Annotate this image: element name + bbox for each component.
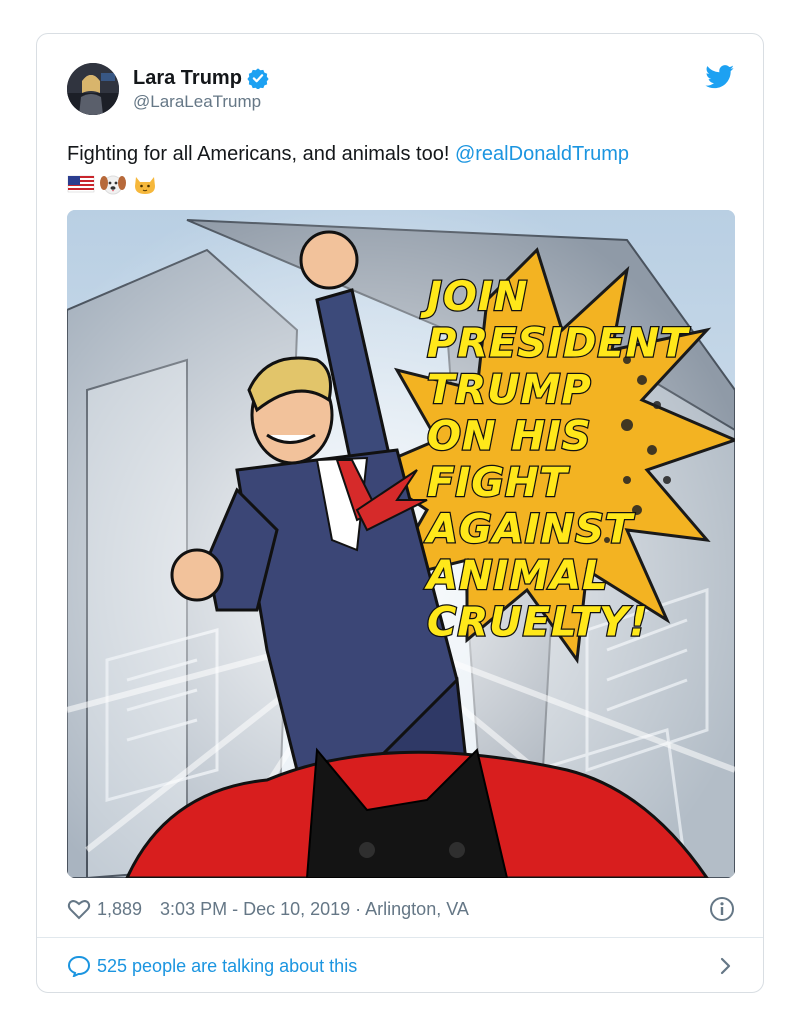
like-count[interactable]: 1,889 <box>97 899 142 920</box>
tweet-text: Fighting for all Americans, and animals … <box>67 140 737 198</box>
tweet-header: Lara Trump @LaraLeaTrump <box>67 63 735 117</box>
display-name[interactable]: Lara Trump <box>133 67 242 90</box>
info-icon[interactable] <box>709 896 735 922</box>
avatar[interactable] <box>67 63 119 115</box>
poster-line: ON HIS <box>427 414 592 460</box>
twitter-bird-icon[interactable] <box>705 65 735 89</box>
mention-link[interactable]: @realDonaldTrump <box>455 143 629 165</box>
us-flag-emoji <box>67 175 95 193</box>
tweet-body: Fighting for all Americans, and animals … <box>67 143 455 165</box>
display-name-row: Lara Trump <box>133 65 269 91</box>
tweet-meta: 1,889 3:03 PM - Dec 10, 2019 · Arlington… <box>67 896 735 922</box>
poster-line: FIGHT <box>427 460 570 506</box>
author-handle[interactable]: @LaraLeaTrump <box>133 92 269 112</box>
heart-icon[interactable] <box>67 898 91 920</box>
dog-face-emoji <box>100 175 126 195</box>
chevron-right-icon[interactable] <box>715 956 735 976</box>
poster-line: PRESIDENT <box>427 321 690 367</box>
speech-bubble-icon <box>67 955 91 977</box>
poster-line: CRUELTY! <box>427 600 648 646</box>
conversation-count[interactable]: 525 people are talking about this <box>97 956 357 977</box>
tweet-timestamp[interactable]: 3:03 PM - Dec 10, 2019 · Arlington, VA <box>160 899 469 920</box>
divider <box>37 937 763 938</box>
cat-face-emoji <box>135 177 155 194</box>
conversation-link[interactable]: 525 people are talking about this <box>67 952 735 980</box>
avatar-image <box>67 63 119 115</box>
poster-illustration: JOINPRESIDENTTRUMPON HISFIGHTAGAINSTANIM… <box>67 210 735 878</box>
author-names: Lara Trump @LaraLeaTrump <box>133 65 269 112</box>
poster-line: AGAINST <box>424 507 635 553</box>
poster-line: JOIN <box>420 274 528 320</box>
tweet-media[interactable]: JOIN PRESIDENT TRUMP ON HIS FIGHT AGAINST ANIM… <box>67 210 735 878</box>
emoji-row <box>67 170 737 198</box>
tweet-card[interactable]: Lara Trump @LaraLeaTrump Fighting for al… <box>36 33 764 993</box>
poster-line: ANIMAL <box>424 553 609 599</box>
poster-line: TRUMP <box>427 367 592 413</box>
verified-badge-icon <box>247 68 269 89</box>
